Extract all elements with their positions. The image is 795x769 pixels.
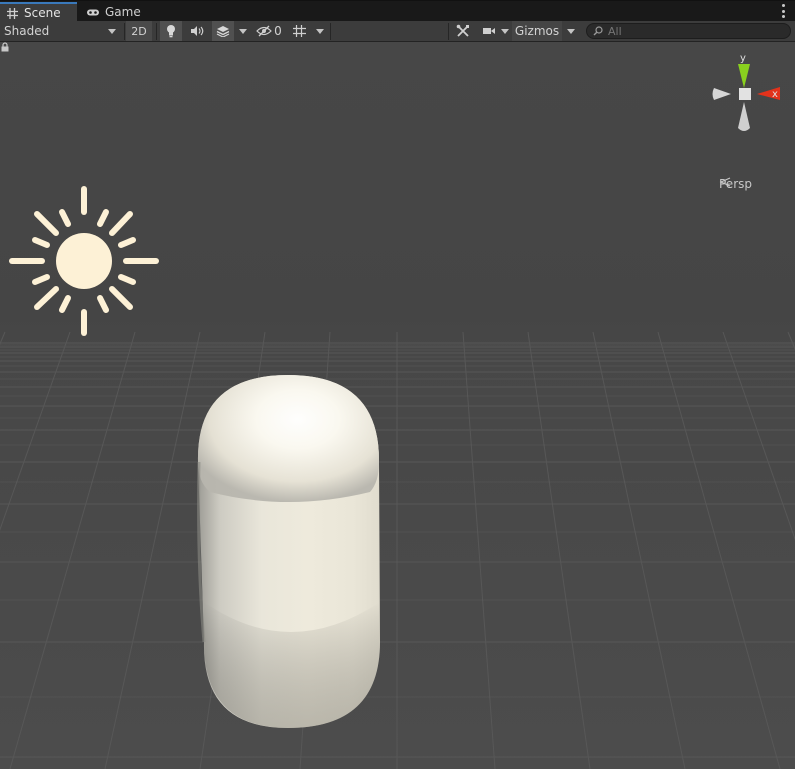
speaker-icon xyxy=(191,26,204,36)
search-input[interactable] xyxy=(608,24,778,38)
2d-mode-label: 2D xyxy=(131,24,147,38)
gizmos-button[interactable]: Gizmos xyxy=(512,21,562,41)
more-options-icon[interactable] xyxy=(781,4,785,18)
gizmo-center-cube[interactable] xyxy=(739,88,751,100)
scene-toolbar: Shaded 2D 0 Gizmos All xyxy=(0,21,795,42)
scene-visibility-button[interactable]: 0 xyxy=(254,21,284,41)
grid-dropdown-button[interactable] xyxy=(311,21,329,41)
search-icon xyxy=(593,26,603,36)
gizmos-dropdown-button[interactable] xyxy=(562,21,580,41)
projection-toggle[interactable]: Persp xyxy=(719,177,752,191)
tools-icon xyxy=(456,24,469,37)
layers-icon xyxy=(216,26,230,37)
scene-window: Scene Game Shaded 2D 0 Gizmos All y x Pe… xyxy=(0,0,795,769)
lighting-toggle-button[interactable] xyxy=(160,21,182,41)
grid-toggle-button[interactable] xyxy=(287,21,311,41)
hidden-count: 0 xyxy=(274,24,282,38)
chevron-down-icon xyxy=(567,28,575,34)
camera-icon xyxy=(482,28,495,34)
draw-mode-label: Shaded xyxy=(4,24,50,38)
search-field[interactable] xyxy=(586,23,791,39)
gizmo-y-label: y xyxy=(740,53,746,64)
effects-toggle-button[interactable] xyxy=(212,21,234,41)
camera-settings-button[interactable] xyxy=(479,21,511,41)
lock-icon[interactable] xyxy=(0,42,10,52)
scene-canvas: y x xyxy=(0,42,795,769)
gizmo-x-label: x xyxy=(772,89,778,100)
gizmos-label: Gizmos xyxy=(514,24,560,38)
draw-mode-dropdown[interactable]: Shaded xyxy=(0,21,122,41)
chevron-down-icon xyxy=(239,28,247,34)
tab-bar: Scene Game xyxy=(0,0,795,22)
perspective-icon xyxy=(719,177,731,187)
capsule-object[interactable] xyxy=(197,375,380,728)
grid-icon xyxy=(292,25,306,37)
gamepad-icon xyxy=(87,9,99,15)
component-tools-button[interactable] xyxy=(451,21,475,41)
scene-viewport[interactable]: y x Persp xyxy=(0,42,795,769)
tab-scene[interactable]: Scene xyxy=(0,2,77,22)
tab-game-label: Game xyxy=(105,5,141,19)
light-bulb-icon xyxy=(167,25,175,38)
eye-slash-icon xyxy=(256,25,273,37)
audio-toggle-button[interactable] xyxy=(185,21,209,41)
chevron-down-icon xyxy=(316,28,324,34)
effects-dropdown-button[interactable] xyxy=(234,21,252,41)
scene-grid-icon xyxy=(7,7,18,19)
2d-mode-button[interactable]: 2D xyxy=(126,21,152,41)
chevron-down-icon xyxy=(500,28,509,34)
tab-game[interactable]: Game xyxy=(80,2,150,22)
tab-scene-label: Scene xyxy=(24,6,61,20)
chevron-down-icon xyxy=(108,29,116,34)
